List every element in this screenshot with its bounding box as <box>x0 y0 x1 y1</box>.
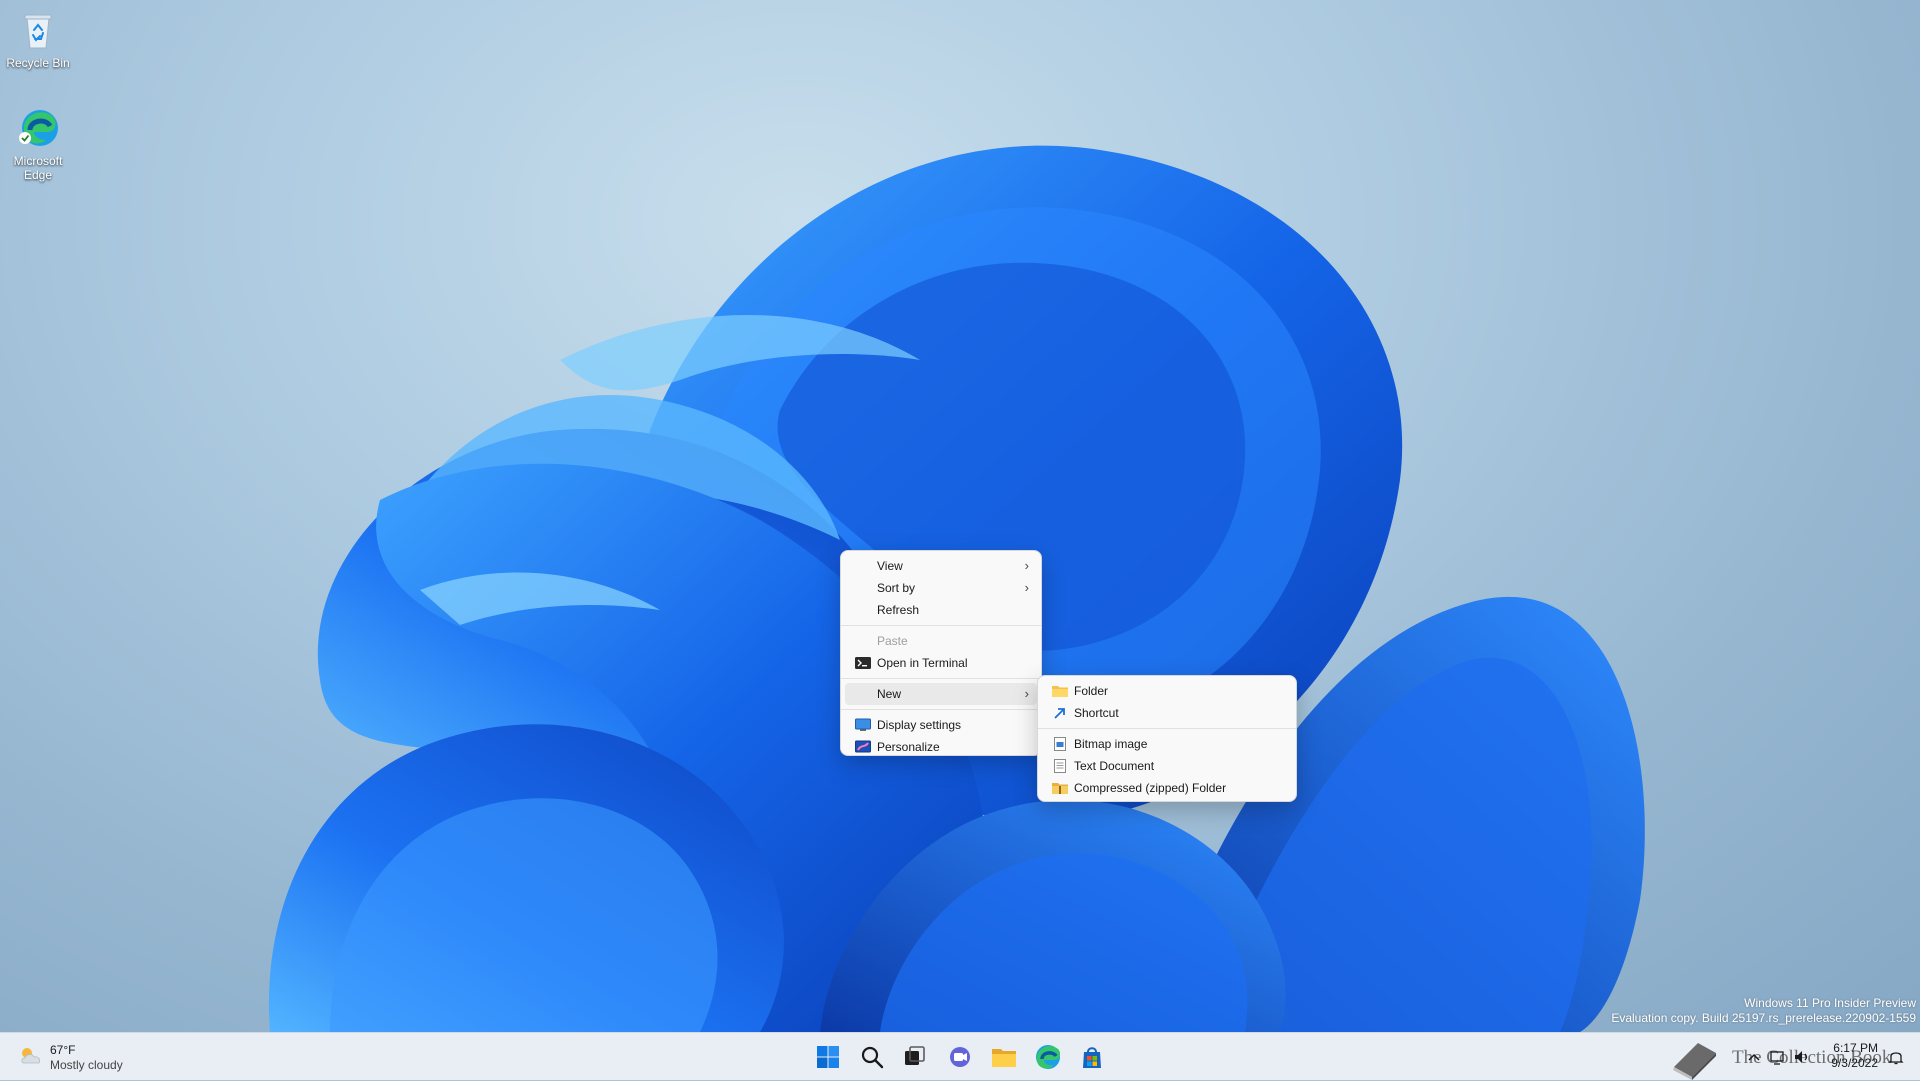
edge-icon <box>1036 1045 1061 1069</box>
menu-item-display-settings[interactable]: Display settings <box>845 714 1037 736</box>
submenu-item-compressed-folder[interactable]: Compressed (zipped) Folder <box>1042 777 1292 799</box>
show-hidden-icons-button[interactable] <box>1744 1047 1764 1067</box>
submenu-item-label: Shortcut <box>1074 706 1119 720</box>
menu-item-sort-by[interactable]: Sort by › <box>845 577 1037 599</box>
evaluation-watermark: Windows 11 Pro Insider Preview Evaluatio… <box>1611 996 1916 1026</box>
chevron-right-icon: › <box>1024 686 1029 701</box>
chevron-right-icon: › <box>1024 580 1029 595</box>
desktop-icon-recycle-bin[interactable]: Recycle Bin <box>0 8 76 70</box>
desktop-icon-microsoft-edge[interactable]: Microsoft Edge <box>0 106 76 182</box>
start-button[interactable] <box>812 1041 844 1073</box>
menu-item-new[interactable]: New › <box>845 683 1037 705</box>
menu-item-label: View <box>877 559 903 573</box>
clock-time: 6:17 PM <box>1833 1041 1878 1055</box>
task-view-button[interactable] <box>898 1041 930 1073</box>
menu-item-paste[interactable]: Paste <box>845 630 1037 652</box>
volume-button[interactable] <box>1792 1047 1812 1067</box>
desktop[interactable]: Recycle Bin Microsoft Edge View › Sort b… <box>0 0 1920 1032</box>
teams-chat-icon <box>950 1047 970 1067</box>
network-button[interactable] <box>1768 1047 1788 1067</box>
start-icon <box>817 1046 839 1068</box>
folder-icon <box>1052 684 1068 698</box>
menu-separator <box>841 678 1041 679</box>
edge-taskbar-button[interactable] <box>1032 1041 1064 1073</box>
teams-chat-button[interactable] <box>944 1041 976 1073</box>
bitmap-image-icon <box>1052 737 1068 751</box>
menu-item-label: Personalize <box>877 740 940 754</box>
edge-icon <box>16 106 60 150</box>
notification-icon <box>1888 1052 1904 1065</box>
submenu-item-label: Bitmap image <box>1074 737 1148 751</box>
menu-item-label: Display settings <box>877 718 962 732</box>
menu-item-open-in-terminal[interactable]: Open in Terminal <box>845 652 1037 674</box>
chevron-up-icon <box>1748 1053 1760 1061</box>
menu-separator <box>841 709 1041 710</box>
menu-item-label: Sort by <box>877 581 916 595</box>
submenu-item-label: Folder <box>1074 684 1109 698</box>
display-icon <box>855 718 871 732</box>
book-icon <box>1673 1043 1716 1080</box>
terminal-icon <box>855 656 871 670</box>
submenu-item-label: Text Document <box>1074 759 1155 773</box>
menu-item-refresh[interactable]: Refresh <box>845 599 1037 621</box>
notification-button[interactable] <box>1886 1047 1906 1067</box>
submenu-item-bitmap-image[interactable]: Bitmap image <box>1042 733 1292 755</box>
clock-date: 9/3/2022 <box>1831 1056 1878 1070</box>
watermark-line-2: Evaluation copy. Build 25197.rs_prerelea… <box>1611 1011 1916 1025</box>
menu-item-label: Paste <box>877 634 908 648</box>
menu-item-view[interactable]: View › <box>845 555 1037 577</box>
shortcut-icon <box>1052 706 1068 720</box>
desktop-icon-label: Recycle Bin <box>6 56 70 70</box>
new-submenu: Folder Shortcut Bitmap image Text Docume… <box>1037 675 1297 802</box>
menu-separator <box>841 625 1041 626</box>
store-button[interactable] <box>1076 1041 1108 1073</box>
wallpaper-bloom <box>268 145 1645 1032</box>
chevron-right-icon: › <box>1024 558 1029 573</box>
desktop-icon-label: Microsoft Edge <box>13 154 63 182</box>
task-view-icon <box>905 1046 925 1065</box>
recycle-bin-icon <box>16 8 60 52</box>
taskbar: 67°F Mostly cloudy The Collection Book 6… <box>0 1032 1920 1080</box>
desktop-context-menu: View › Sort by › Refresh Paste Open in T… <box>840 550 1042 756</box>
personalize-icon <box>855 740 871 754</box>
search-button[interactable] <box>856 1041 888 1073</box>
watermark-line-1: Windows 11 Pro Insider Preview <box>1744 996 1916 1010</box>
file-explorer-icon <box>992 1049 1016 1067</box>
menu-item-personalize[interactable]: Personalize <box>845 736 1037 758</box>
weather-temperature: 67°F <box>50 1043 76 1057</box>
zipped-folder-icon <box>1052 781 1068 795</box>
submenu-item-text-document[interactable]: Text Document <box>1042 755 1292 777</box>
cloud-sun-icon <box>18 1045 44 1072</box>
menu-item-label: Open in Terminal <box>877 656 968 670</box>
submenu-item-folder[interactable]: Folder <box>1042 680 1292 702</box>
submenu-item-shortcut[interactable]: Shortcut <box>1042 702 1292 724</box>
menu-item-label: Refresh <box>877 603 920 617</box>
menu-item-label: New <box>877 687 902 701</box>
menu-separator <box>1038 728 1296 729</box>
system-clock[interactable]: 6:17 PM 9/3/2022 <box>1818 1041 1878 1071</box>
volume-icon <box>1795 1051 1808 1063</box>
text-document-icon <box>1052 759 1068 773</box>
store-icon <box>1083 1047 1101 1068</box>
file-explorer-button[interactable] <box>988 1041 1020 1073</box>
submenu-item-label: Compressed (zipped) Folder <box>1074 781 1227 795</box>
search-icon <box>861 1046 884 1069</box>
network-icon <box>1770 1051 1784 1065</box>
weather-condition: Mostly cloudy <box>50 1058 123 1072</box>
